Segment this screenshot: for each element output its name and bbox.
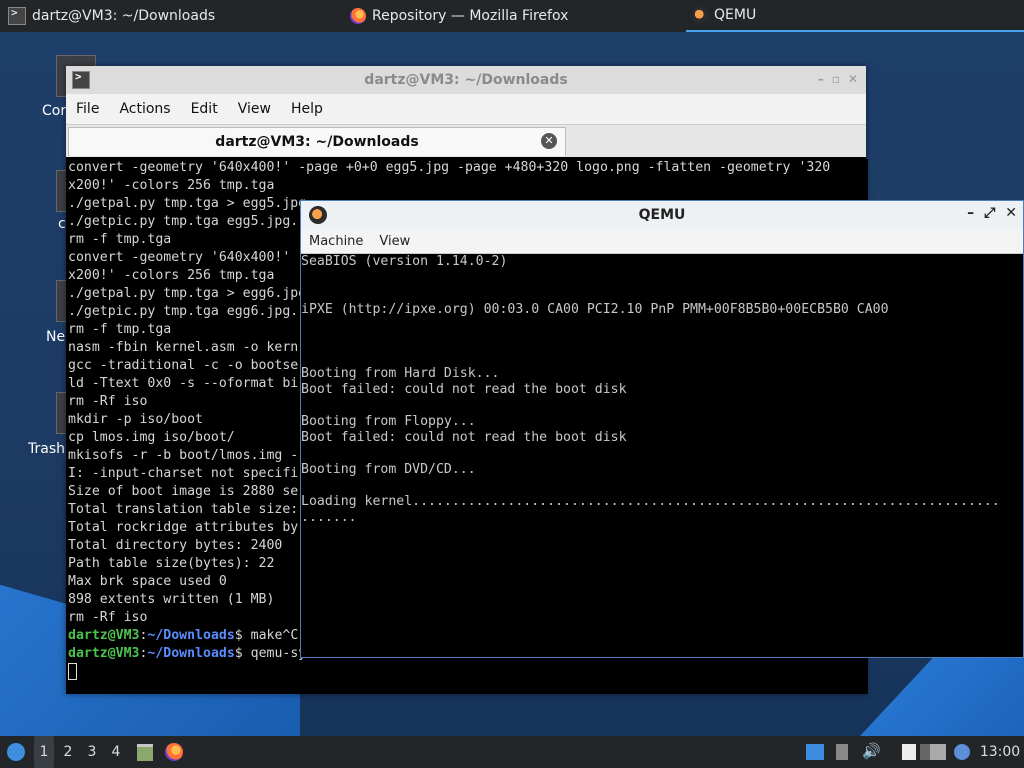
prompt-symbol: $	[234, 646, 251, 661]
desktop-icon-label: Trash	[28, 441, 65, 457]
prompt-command: make^C	[250, 628, 299, 643]
vm-screen-line: SeaBIOS (version 1.14.0-2)	[301, 254, 508, 269]
vm-screen-line	[301, 446, 1023, 462]
window-title: dartz@VM3: ~/Downloads	[364, 72, 568, 88]
prompt-path: ~/Downloads	[147, 646, 235, 661]
text-cursor	[68, 663, 77, 680]
notes-icon[interactable]	[902, 744, 916, 760]
vm-display[interactable]: SeaBIOS (version 1.14.0-2) iPXE (http://i…	[301, 254, 1023, 657]
qemu-icon	[309, 206, 327, 224]
terminal-icon	[8, 6, 26, 25]
vm-screen-line: .......	[301, 510, 357, 525]
folder-icon	[137, 743, 153, 761]
task-label: QEMU	[714, 7, 757, 23]
qemu-titlebar[interactable]: QEMU – ⤢ ✕	[301, 201, 1023, 229]
terminal-menubar: File Actions Edit View Help	[66, 94, 866, 125]
terminal-line: convert -geometry '640x400!' -page +0+0 …	[68, 160, 831, 175]
prompt-user: dartz@VM3	[68, 646, 140, 661]
vm-screen-line: Booting from Hard Disk...	[301, 366, 500, 381]
menu-machine[interactable]: Machine	[301, 234, 371, 249]
vm-screen-line	[301, 350, 1023, 366]
terminal-icon	[72, 70, 90, 89]
volume-icon[interactable]: 🔊	[862, 742, 881, 760]
minimize-icon[interactable]: –	[967, 205, 974, 221]
taskbar-task-terminal[interactable]: dartz@VM3: ~/Downloads	[8, 0, 338, 32]
terminal-tab[interactable]: dartz@VM3: ~/Downloads ✕	[68, 127, 566, 156]
vm-screen-line	[301, 398, 1023, 414]
prompt-user: dartz@VM3	[68, 628, 140, 643]
vm-screen-line: Booting from Floppy...	[301, 414, 476, 429]
terminal-tabbar: dartz@VM3: ~/Downloads ✕	[66, 125, 866, 157]
firefox-icon	[165, 743, 183, 761]
clipboard-icon[interactable]	[836, 744, 848, 760]
vm-screen-line: iPXE (http://ipxe.org) 00:03.0 CA00 PCI2…	[301, 302, 889, 317]
desktop-icon-label: Ne	[46, 329, 66, 345]
bottom-panel: 1 2 3 4 🔊 13:00	[0, 736, 1024, 768]
vm-screen-line: Booting from DVD/CD...	[301, 462, 476, 477]
network-icon[interactable]	[930, 744, 946, 760]
task-label: Repository — Mozilla Firefox	[372, 8, 569, 24]
qemu-window: QEMU – ⤢ ✕ Machine View SeaBIOS (version…	[300, 200, 1024, 658]
menu-edit[interactable]: Edit	[181, 101, 228, 117]
vm-screen-line: Loading kernel..........................…	[301, 494, 1000, 509]
tab-close-icon[interactable]: ✕	[541, 133, 557, 149]
menu-file[interactable]: File	[66, 101, 109, 117]
workspace-4[interactable]: 4	[106, 736, 126, 768]
task-label: dartz@VM3: ~/Downloads	[32, 8, 216, 24]
update-icon[interactable]	[954, 744, 970, 760]
menu-view[interactable]: View	[371, 234, 418, 249]
menu-actions[interactable]: Actions	[109, 101, 180, 117]
tab-title: dartz@VM3: ~/Downloads	[215, 134, 419, 150]
vm-screen-line	[301, 286, 1023, 302]
desktop-icon-label: Cor	[42, 103, 67, 119]
firefox-launcher[interactable]	[162, 736, 186, 768]
maximize-icon[interactable]: ▫	[832, 72, 840, 86]
workspace-2[interactable]: 2	[58, 736, 78, 768]
terminal-line: x200!' -colors 256 tmp.tga	[68, 178, 275, 193]
desktop-icon[interactable]	[806, 744, 824, 760]
vm-screen-line: Boot failed: could not read the boot dis…	[301, 430, 627, 445]
vm-screen-line	[301, 478, 1023, 494]
taskbar-task-firefox[interactable]: Repository — Mozilla Firefox	[350, 0, 680, 32]
vm-screen-line: Boot failed: could not read the boot dis…	[301, 382, 627, 397]
qemu-menubar: Machine View	[301, 229, 1023, 254]
workspace-3[interactable]: 3	[82, 736, 102, 768]
vm-screen-line	[301, 318, 1023, 334]
prompt-symbol: $	[234, 628, 251, 643]
clock[interactable]: 13:00	[978, 736, 1022, 768]
window-title: QEMU	[638, 207, 686, 223]
taskbar-task-qemu[interactable]: QEMU	[686, 0, 1024, 32]
prompt-path: ~/Downloads	[147, 628, 235, 643]
firefox-icon	[350, 8, 366, 24]
minimize-icon[interactable]: –	[818, 72, 824, 86]
vm-screen-line	[301, 270, 1023, 286]
restore-icon[interactable]: ⤢	[984, 205, 995, 221]
close-icon[interactable]: ✕	[1005, 205, 1017, 221]
distro-logo-icon	[7, 743, 25, 761]
desktop-icon-label: c	[58, 216, 66, 232]
qemu-icon	[692, 7, 708, 23]
vm-screen-line	[301, 334, 1023, 350]
app-menu-button[interactable]	[4, 736, 28, 768]
workspace-1[interactable]: 1	[34, 736, 54, 768]
menu-help[interactable]: Help	[281, 101, 333, 117]
input-line[interactable]	[68, 663, 868, 681]
files-launcher[interactable]	[134, 736, 156, 768]
menu-view[interactable]: View	[228, 101, 281, 117]
close-icon[interactable]: ✕	[848, 72, 858, 86]
terminal-titlebar[interactable]: dartz@VM3: ~/Downloads – ▫ ✕	[66, 66, 866, 94]
top-taskbar: dartz@VM3: ~/Downloads Repository — Mozi…	[0, 0, 1024, 32]
